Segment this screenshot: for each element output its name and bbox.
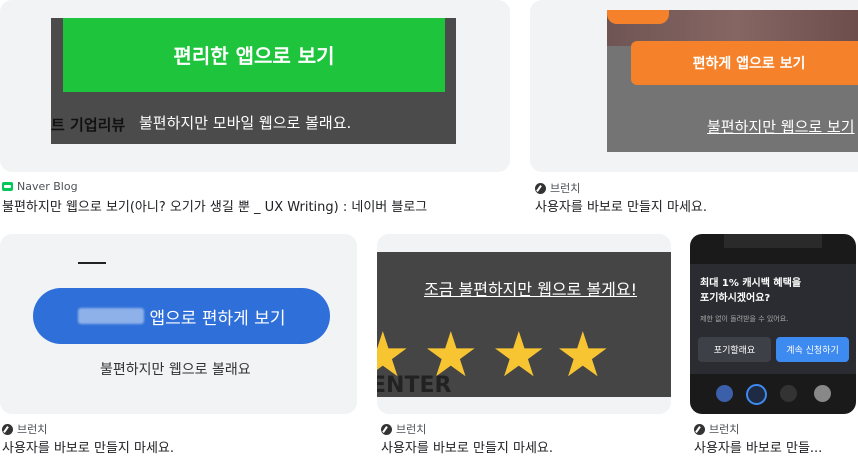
result-thumbnail-2[interactable]: 편하게 앱으로 보기 불편하지만 웹으로 보기 [607,10,858,152]
result-source-4: 브런치 [381,421,426,437]
app-view-button: 편하게 앱으로 보기 [631,41,858,85]
dialog-title: 최대 1% 캐시백 혜택을 포기하시겠어요? [700,278,802,304]
result-source-2: 브런치 [535,180,580,196]
orange-tab [607,10,669,24]
result-thumbnail-1[interactable]: 편리한 앱으로 보기 트 기업리뷰 불편하지만 모바일 웹으로 볼래요. [51,18,456,144]
result-title-2[interactable]: 사용자를 바보로 만들지 마세요. [535,196,855,215]
give-up-button: 포기할래요 [698,337,771,362]
dialog-subtitle: 제한 없이 돌려받을 수 있어요. [700,315,789,323]
card-art-icon [716,385,733,402]
side-text: 트 기업리뷰 [51,116,126,134]
card-art-icon [780,385,797,402]
open-app-button: 편리한 앱으로 보기 [63,18,445,92]
result-title-3[interactable]: 사용자를 바보로 만들지 마세요. [2,437,352,456]
app-view-button: 앱으로 편하게 보기 [33,288,330,344]
dash-mark [78,262,106,264]
brunch-icon [694,423,705,435]
result-card-5[interactable]: 최대 1% 캐시백 혜택을 포기하시겠어요? 제한 없이 돌려받을 수 있어요.… [690,234,856,414]
dialog: 최대 1% 캐시백 혜택을 포기하시겠어요? 제한 없이 돌려받을 수 있어요.… [690,264,856,374]
result-card-3[interactable]: 앱으로 편하게 보기 불편하지만 웹으로 볼래요 [0,234,357,414]
result-title-5[interactable]: 사용자를 바보로 만들... [694,437,854,456]
naver-blog-icon [2,182,13,191]
web-view-link: 불편하지만 웹으로 보기 [707,118,855,136]
result-source-1: Naver Blog [2,180,78,193]
card-art-icon [814,385,831,402]
result-thumbnail-4[interactable]: 조금 불편하지만 웹으로 볼게요! ★ ★ ★ ★ ENTER [377,252,671,397]
result-card-1[interactable]: 편리한 앱으로 보기 트 기업리뷰 불편하지만 모바일 웹으로 볼래요. [0,0,510,172]
star-icon: ★ [555,318,611,391]
headline-text: 조금 불편하지만 웹으로 볼게요! [424,280,638,299]
bottom-text: ENTER [377,373,452,397]
open-app-label: 편리한 앱으로 보기 [173,43,335,68]
star-icon: ★ [491,318,547,391]
brunch-icon [381,423,392,435]
phone-frame [724,234,822,248]
result-title-1[interactable]: 불편하지만 웹으로 보기(아니? 오기가 생길 뿐 _ UX Writing) … [2,196,507,215]
result-source-3: 브런치 [2,421,47,437]
brunch-icon [2,423,13,435]
result-title-4[interactable]: 사용자를 바보로 만들지 마세요. [381,437,671,456]
card-art-selected-icon [746,384,767,405]
continue-apply-button: 계속 신청하기 [776,337,849,362]
result-card-2[interactable]: 편하게 앱으로 보기 불편하지만 웹으로 보기 [530,0,858,172]
brunch-icon [535,182,546,194]
web-view-text: 불편하지만 모바일 웹으로 볼래요. [139,114,352,132]
result-source-5: 브런치 [694,421,739,437]
result-card-4[interactable]: 조금 불편하지만 웹으로 볼게요! ★ ★ ★ ★ ENTER [377,234,671,414]
blurred-app-name [77,308,144,324]
web-view-text: 불편하지만 웹으로 볼래요 [100,362,251,378]
